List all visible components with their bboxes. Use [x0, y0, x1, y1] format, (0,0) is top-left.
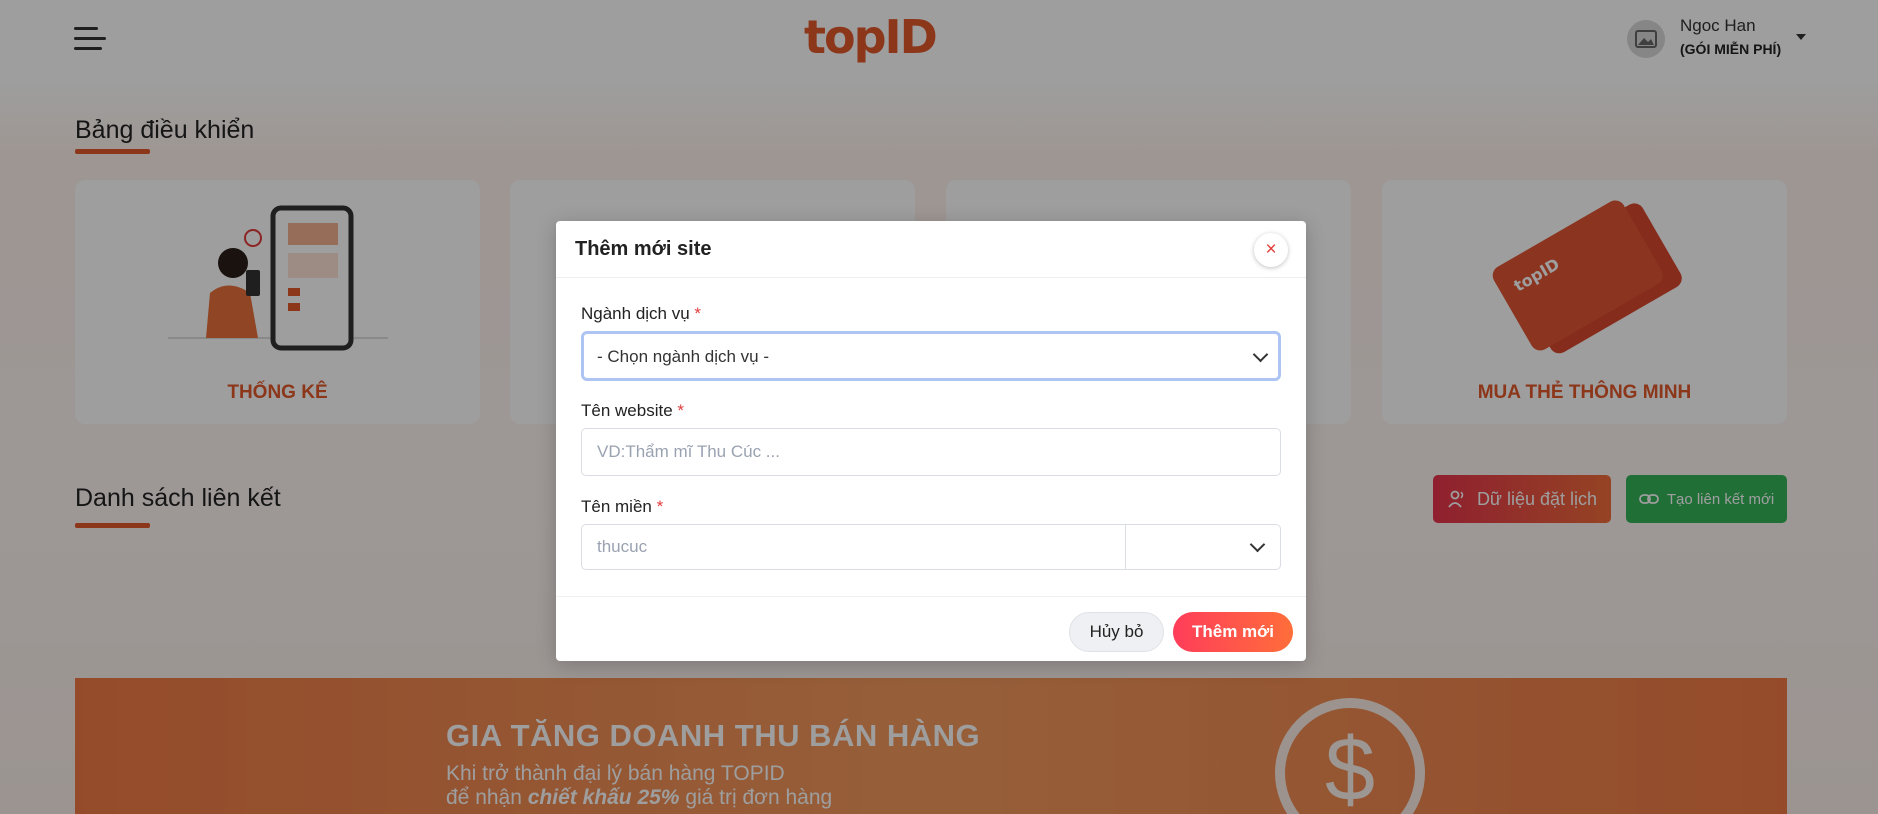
service-select-value: - Chọn ngành dịch vụ -	[597, 347, 769, 366]
website-label: Tên website *	[581, 401, 685, 420]
domain-label: Tên miền *	[581, 497, 664, 516]
modal-body: Ngành dịch vụ * - Chọn ngành dịch vụ - T…	[556, 278, 1306, 596]
modal-title: Thêm mới site	[575, 238, 712, 260]
chevron-down-icon	[1252, 346, 1269, 363]
submit-button[interactable]: Thêm mới	[1173, 612, 1293, 652]
domain-suffix-select[interactable]	[1125, 524, 1281, 570]
service-select[interactable]: - Chọn ngành dịch vụ -	[581, 331, 1281, 381]
close-icon[interactable]: ×	[1254, 233, 1288, 267]
domain-input[interactable]	[581, 524, 1127, 570]
cancel-button[interactable]: Hủy bỏ	[1069, 612, 1164, 652]
modal-header: Thêm mới site ×	[556, 221, 1306, 278]
service-label: Ngành dịch vụ *	[581, 304, 702, 323]
chevron-down-icon	[1249, 536, 1266, 553]
add-site-modal: Thêm mới site × Ngành dịch vụ * - Chọn n…	[556, 221, 1306, 661]
website-name-input[interactable]	[581, 428, 1281, 476]
modal-footer: Hủy bỏ Thêm mới	[556, 596, 1306, 661]
